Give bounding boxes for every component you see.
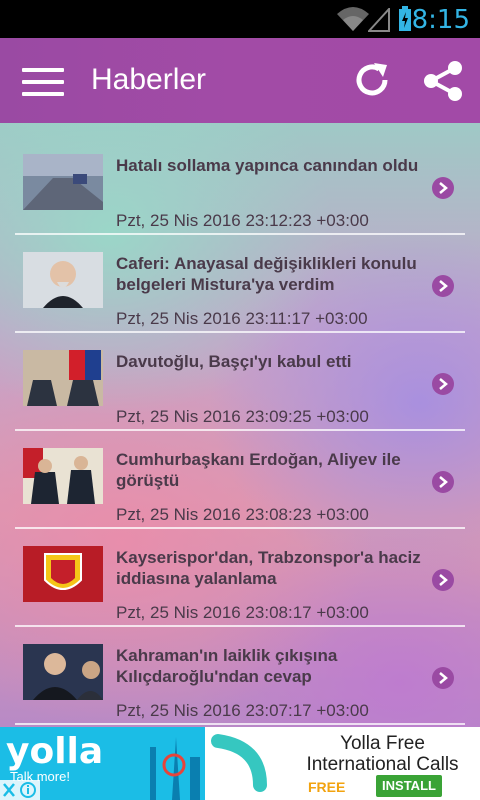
ad-price-label: FREE xyxy=(308,779,346,795)
news-thumbnail xyxy=(23,350,103,406)
menu-icon[interactable] xyxy=(22,68,64,96)
news-headline: Kayserispor'dan, Trabzonspor'a haciz idd… xyxy=(116,548,421,588)
page-title: Haberler xyxy=(91,63,207,96)
chevron-right-icon[interactable] xyxy=(432,373,454,395)
ad-title: Yolla Free International Calls xyxy=(306,733,459,775)
news-item[interactable]: Davutoğlu, Başçı'yı kabul etti Pzt, 25 N… xyxy=(15,333,465,431)
status-clock: 8:15 xyxy=(411,5,470,35)
news-headline: Cumhurbaşkanı Erdoğan, Aliyev ile görüşt… xyxy=(116,450,401,490)
ad-close-icon[interactable] xyxy=(0,780,40,800)
chevron-right-icon[interactable] xyxy=(432,667,454,689)
chevron-right-icon[interactable] xyxy=(432,471,454,493)
news-item[interactable]: Kayserispor'dan, Trabzonspor'a haciz idd… xyxy=(15,529,465,627)
chevron-right-icon[interactable] xyxy=(432,177,454,199)
news-item[interactable]: Caferi: Anayasal değişiklikleri konulu b… xyxy=(15,235,465,333)
ad-image[interactable]: yolla Talk more! xyxy=(0,727,276,800)
share-icon[interactable] xyxy=(422,60,464,102)
refresh-icon[interactable] xyxy=(352,60,392,100)
news-item[interactable]: Cumhurbaşkanı Erdoğan, Aliyev ile görüşt… xyxy=(15,431,465,529)
news-headline: Davutoğlu, Başçı'yı kabul etti xyxy=(116,352,352,371)
news-item[interactable]: Hatalı sollama yapınca canından oldu Pzt… xyxy=(15,137,465,235)
news-item[interactable]: Kahraman'ın laiklik çıkışına Kılıçdaroğl… xyxy=(15,627,465,725)
news-headline: Hatalı sollama yapınca canından oldu xyxy=(116,156,419,175)
signal-icon xyxy=(368,8,390,32)
ad-banner[interactable]: yolla Talk more! Yolla Free Internationa… xyxy=(0,727,480,800)
wifi-icon xyxy=(337,7,369,31)
news-date: Pzt, 25 Nis 2016 23:08:23 +03:00 xyxy=(116,505,369,524)
news-thumbnail xyxy=(23,448,103,504)
status-bar: 8:15 xyxy=(0,0,480,38)
chevron-right-icon[interactable] xyxy=(432,569,454,591)
ad-install-button[interactable]: INSTALL xyxy=(376,775,442,797)
news-date: Pzt, 25 Nis 2016 23:11:17 +03:00 xyxy=(116,309,368,328)
news-thumbnail xyxy=(23,252,103,308)
news-date: Pzt, 25 Nis 2016 23:12:23 +03:00 xyxy=(116,211,369,230)
news-thumbnail xyxy=(23,546,103,602)
news-date: Pzt, 25 Nis 2016 23:07:17 +03:00 xyxy=(116,701,369,720)
battery-icon xyxy=(399,6,411,31)
news-date: Pzt, 25 Nis 2016 23:08:17 +03:00 xyxy=(116,603,369,622)
news-thumbnail xyxy=(23,154,103,210)
ad-logo: yolla xyxy=(6,731,104,772)
news-date: Pzt, 25 Nis 2016 23:09:25 +03:00 xyxy=(116,407,369,426)
chevron-right-icon[interactable] xyxy=(432,275,454,297)
app-bar: Haberler xyxy=(0,38,480,123)
news-headline: Caferi: Anayasal değişiklikleri konulu b… xyxy=(116,254,417,294)
news-list[interactable]: Hatalı sollama yapınca canından oldu Pzt… xyxy=(0,123,480,727)
news-thumbnail xyxy=(23,644,103,700)
news-headline: Kahraman'ın laiklik çıkışına Kılıçdaroğl… xyxy=(116,646,338,686)
